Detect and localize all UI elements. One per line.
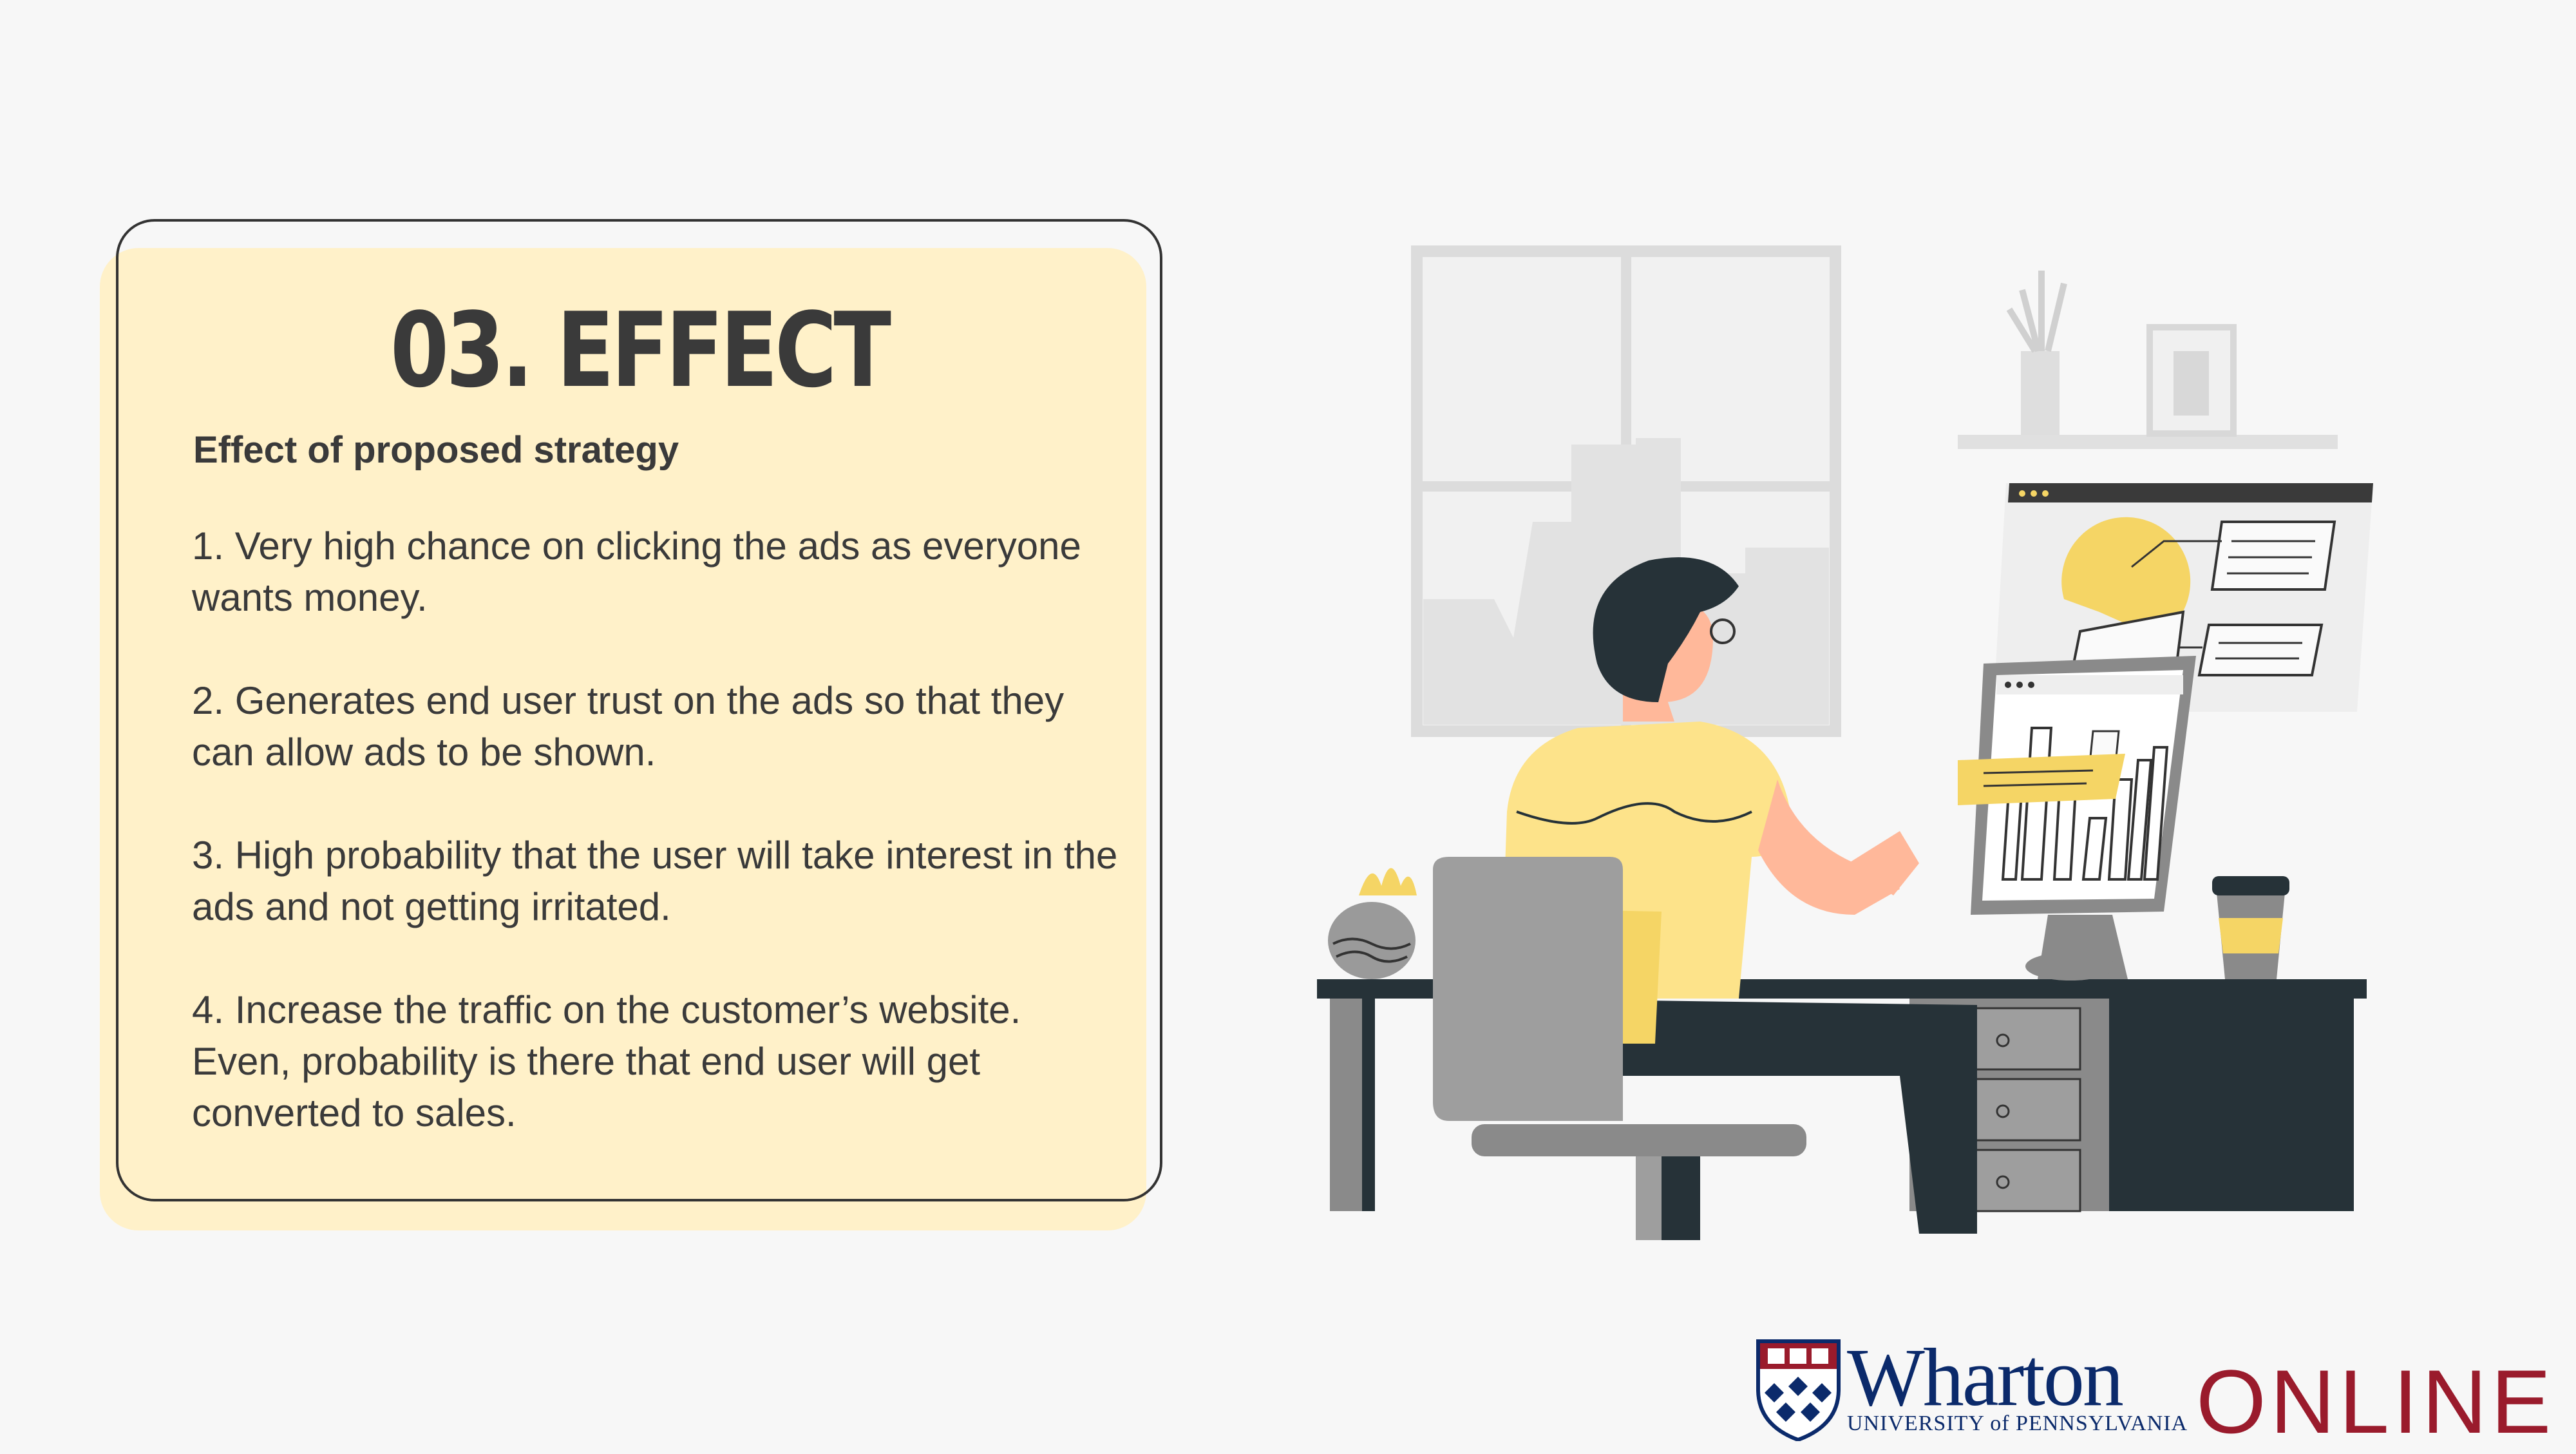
university-wordmark: UNIVERSITY of PENNSYLVANIA — [1847, 1411, 2188, 1435]
person-at-computer-illustration — [1317, 245, 2373, 1240]
shelf-icon — [1958, 271, 2338, 449]
point-item: 1. Very high chance on clicking the ads … — [192, 524, 1081, 619]
point-item: 3. High probability that the user will t… — [192, 834, 1118, 928]
point-item: 4. Increase the traffic on the customer’… — [192, 988, 1021, 1134]
monitor-icon — [1958, 656, 2196, 995]
wharton-wordmark: Wharton — [1847, 1332, 2124, 1423]
online-wordmark: ONLINE — [2196, 1351, 2555, 1452]
point-item: 2. Generates end user trust on the ads s… — [192, 679, 1065, 774]
wharton-online-logo: Wharton UNIVERSITY of PENNSYLVANIA ONLIN… — [1755, 1332, 2553, 1452]
points-list: 1. Very high chance on clicking the ads … — [192, 521, 1126, 1191]
plant-pot-icon — [1328, 868, 1417, 979]
slide-title: 03. EFFECT — [390, 290, 891, 410]
coffee-cup-icon — [2212, 876, 2289, 979]
penn-shield-icon — [1756, 1339, 1841, 1441]
slide-subtitle: Effect of proposed strategy — [193, 429, 679, 471]
